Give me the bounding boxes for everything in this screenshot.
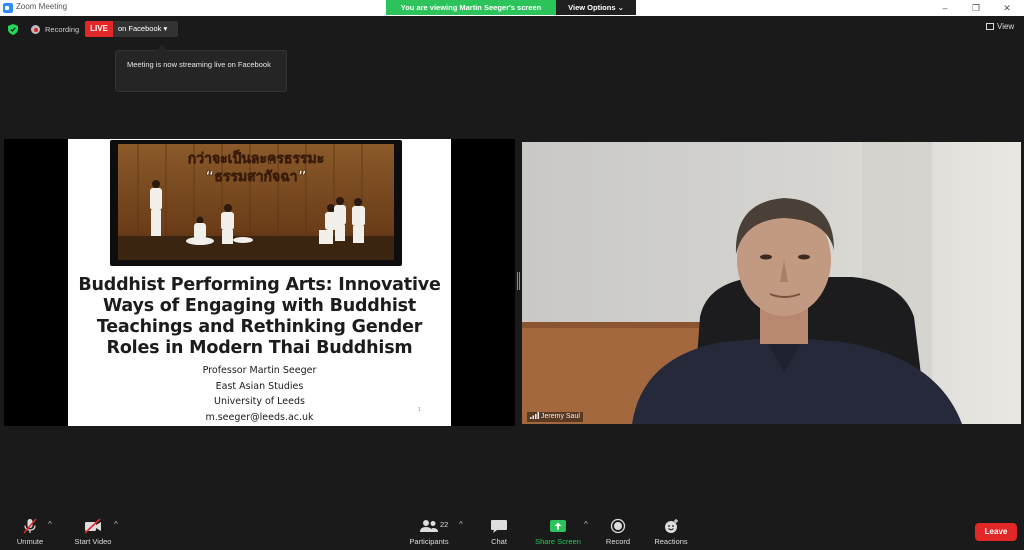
security-shield-icon[interactable] <box>8 24 18 35</box>
participant-name: Jeremy Saul <box>541 413 580 420</box>
record-button[interactable]: Record <box>600 518 636 550</box>
reactions-smiley-icon <box>665 519 678 533</box>
window-title: Zoom Meeting <box>16 2 68 11</box>
share-options-caret[interactable]: ^ <box>584 520 588 529</box>
chat-icon <box>491 520 507 533</box>
leave-meeting-button[interactable]: Leave <box>975 523 1017 541</box>
photo-caption-line2: “ธรรมสากัจฉา” <box>205 169 307 185</box>
share-screen-button[interactable]: Share Screen <box>532 518 584 550</box>
view-label: View <box>997 22 1015 31</box>
slide-photo-frame: กว่าจะเป็นละครธรรมะ “ธรรมสากัจฉา” <box>110 140 402 266</box>
participants-icon <box>420 520 438 532</box>
video-off-icon <box>84 518 101 534</box>
view-button[interactable]: View <box>986 22 1014 31</box>
screen-share-banner: You are viewing Martin Seeger's screen V… <box>386 0 636 15</box>
participants-count: 22 <box>440 520 449 529</box>
stage-performance-photo: กว่าจะเป็นละครธรรมะ “ธรรมสากัจฉา” <box>118 144 394 260</box>
slide-page-mark: 1 <box>418 407 421 413</box>
participant-video-frame <box>522 142 1021 424</box>
zoom-logo-icon <box>3 3 13 13</box>
presenter-name: Professor Martin Seeger <box>202 365 317 376</box>
chat-button[interactable]: Chat <box>484 518 514 550</box>
reactions-button[interactable]: Reactions <box>650 518 692 550</box>
reactions-label: Reactions <box>654 537 688 546</box>
minimize-button[interactable]: – <box>929 0 961 16</box>
shared-screen: กว่าจะเป็นละครธรรมะ “ธรรมสากัจฉา” Buddhi… <box>4 139 515 426</box>
record-label: Record <box>605 537 631 546</box>
unmute-button[interactable]: Unmute <box>10 518 50 550</box>
viewing-screen-label: You are viewing Martin Seeger's screen <box>386 0 556 15</box>
recording-label: Recording <box>45 25 80 34</box>
video-options-caret[interactable]: ^ <box>114 520 118 529</box>
maximize-button[interactable]: ❐ <box>960 0 992 16</box>
meeting-toolbar: Unmute ^ Start Video ^ Participants 22 ^ <box>0 510 1024 550</box>
status-row: Recording LIVE on Facebook ▾ View <box>0 20 1024 38</box>
muted-microphone-icon <box>23 518 37 534</box>
participants-label: Participants <box>409 537 449 546</box>
grid-view-icon <box>986 23 994 30</box>
recording-icon <box>31 25 40 34</box>
slide-author-info: Professor Martin Seeger East Asian Studi… <box>68 363 451 425</box>
email: m.seeger@leeds.ac.uk <box>205 411 314 423</box>
start-video-button[interactable]: Start Video <box>70 518 116 550</box>
department: East Asian Studies <box>215 380 304 392</box>
view-options-button[interactable]: View Options ⌄ <box>556 0 636 15</box>
university: University of Leeds <box>214 396 305 407</box>
participant-video-tile[interactable]: Jeremy Saul <box>522 142 1021 424</box>
zoom-meeting-window: Zoom Meeting – ❐ ✕ You are viewing Marti… <box>0 0 1024 550</box>
presentation-slide: กว่าจะเป็นละครธรรมะ “ธรรมสากัจฉา” Buddhi… <box>68 139 451 426</box>
live-badge: LIVE <box>85 21 113 37</box>
split-view-handle[interactable] <box>517 272 520 290</box>
participants-options-caret[interactable]: ^ <box>459 520 463 529</box>
participant-name-label: Jeremy Saul <box>527 412 583 422</box>
slide-title: Buddhist Performing Arts: Innovative Way… <box>78 275 441 358</box>
close-button[interactable]: ✕ <box>991 0 1023 16</box>
chat-label: Chat <box>491 537 507 546</box>
streaming-tooltip: Meeting is now streaming live on Faceboo… <box>115 45 287 92</box>
photo-caption-line1: กว่าจะเป็นละครธรรมะ <box>188 149 324 167</box>
signal-strength-icon <box>530 412 539 419</box>
unmute-label: Unmute <box>16 537 44 546</box>
record-icon <box>610 518 626 534</box>
title-bar: Zoom Meeting – ❐ ✕ You are viewing Marti… <box>0 0 1024 16</box>
audio-options-caret[interactable]: ^ <box>48 520 52 529</box>
live-stream-menu[interactable]: on Facebook ▾ <box>113 21 178 37</box>
start-video-label: Start Video <box>74 537 112 546</box>
share-screen-icon <box>550 520 566 532</box>
share-screen-label: Share Screen <box>535 537 581 546</box>
